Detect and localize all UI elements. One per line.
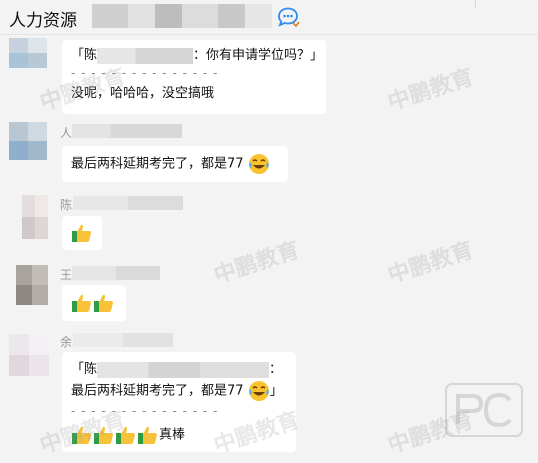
laugh-cry-emoji (248, 154, 269, 174)
thumbs-up-emoji (94, 294, 113, 312)
redacted-sender-name (73, 333, 173, 347)
avatar[interactable] (9, 38, 47, 68)
watermark-logo (445, 383, 523, 437)
thumbs-up-emoji (116, 426, 135, 444)
redacted-name (97, 361, 270, 378)
message-text: 最后两科延期考完了，都是77 (71, 156, 244, 172)
chat-bubble-icon[interactable] (276, 6, 300, 28)
avatar[interactable] (9, 122, 47, 160)
redacted-sender-name (73, 196, 183, 210)
chat-header: 人力资源 (0, 0, 538, 35)
group-title: 人力资源 (9, 11, 77, 31)
message-text: 真棒 (159, 427, 186, 443)
message-bubble[interactable]: 「陈： 最后两科延期考完了，都是77 」 - - - - - - - - - -… (62, 352, 296, 452)
thumbs-up-emoji (72, 224, 91, 242)
message-bubble[interactable]: 最后两科延期考完了，都是77 (62, 146, 288, 182)
thumbs-up-emoji (94, 426, 113, 444)
redacted-title (92, 4, 272, 28)
quote-separator: - - - - - - - - - - - - - - - (71, 66, 219, 80)
message-bubble[interactable] (62, 216, 102, 250)
sender-name: 人 (60, 126, 73, 140)
quote-text: 最后两科延期考完了，都是77 」 (71, 380, 287, 402)
divider (475, 0, 476, 8)
redacted-name (97, 47, 194, 64)
message-bubble[interactable] (62, 285, 126, 321)
message-bubble[interactable]: 「陈 ：你有申请学位吗？」 - - - - - - - - - - - - - -… (62, 40, 326, 114)
watermark: 中鹏教育 (385, 237, 477, 289)
sender-name: 王 (60, 268, 73, 282)
redacted-sender-name (72, 266, 160, 280)
avatar[interactable] (22, 195, 48, 239)
avatar[interactable] (16, 265, 48, 305)
quote-line: 「陈 ：你有申请学位吗？」 (71, 47, 324, 64)
laugh-cry-emoji (248, 381, 269, 401)
thumbs-up-emoji (72, 294, 91, 312)
sender-name: 余 (60, 335, 73, 349)
watermark: 中鹏教育 (385, 64, 477, 116)
thumbs-up-emoji (72, 426, 91, 444)
quote-separator: - - - - - - - - - - - - - - - (71, 404, 219, 418)
redacted-sender-name (72, 124, 182, 138)
avatar[interactable] (9, 334, 49, 376)
watermark: 中鹏教育 (211, 237, 303, 289)
watermark: 中鹏教育 (385, 407, 477, 459)
quote-line: 「陈： (71, 361, 283, 378)
message-text: 没呢，哈哈哈，没空搞哦 (71, 86, 215, 101)
sender-name: 陈 (60, 198, 73, 212)
thumbs-up-emoji (138, 426, 157, 444)
reply-line: 真棒 (71, 424, 287, 446)
